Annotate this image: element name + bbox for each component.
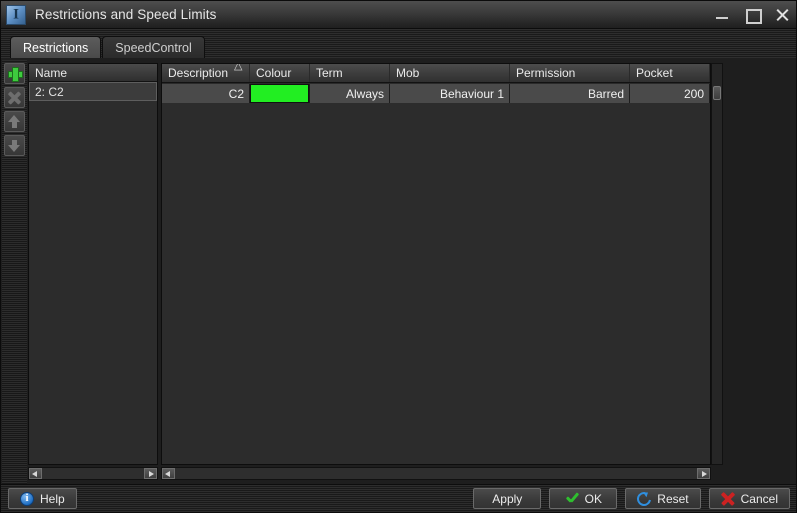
cell-pocket[interactable]: 200 <box>630 84 710 103</box>
x-red-icon <box>721 492 735 506</box>
column-header-mob[interactable]: Mob <box>390 64 510 82</box>
table-horizontal-scrollbar[interactable] <box>161 467 711 480</box>
tab-speedcontrol[interactable]: SpeedControl <box>102 36 205 58</box>
colour-swatch[interactable] <box>250 84 309 103</box>
cancel-button-label: Cancel <box>740 491 778 506</box>
column-header-description[interactable]: Description <box>162 64 250 82</box>
cell-permission[interactable]: Barred <box>510 84 630 103</box>
name-column-header[interactable]: Name <box>29 64 157 82</box>
column-header-description-label: Description <box>168 66 229 80</box>
minimize-icon[interactable] <box>714 7 730 23</box>
help-button[interactable]: Help <box>8 488 77 509</box>
sort-ascending-icon <box>234 64 244 77</box>
tab-restrictions[interactable]: Restrictions <box>10 36 102 58</box>
chevron-right-icon[interactable] <box>697 468 710 479</box>
column-header-term[interactable]: Term <box>310 64 390 82</box>
apply-button[interactable]: Apply <box>473 488 542 509</box>
chevron-left-icon[interactable] <box>162 468 175 479</box>
scrollbar-thumb[interactable] <box>713 86 721 100</box>
cell-description[interactable]: C2 <box>162 84 250 103</box>
reset-button-label: Reset <box>657 491 689 506</box>
table-vertical-scrollbar[interactable] <box>711 63 723 465</box>
close-icon[interactable] <box>774 7 790 23</box>
move-up-button[interactable] <box>4 111 25 132</box>
cell-term[interactable]: Always <box>310 84 390 103</box>
title-bar: Restrictions and Speed Limits <box>1 1 796 29</box>
table-row[interactable]: C2 Always Behaviour 1 Barred 200 <box>162 83 710 103</box>
window-controls <box>714 1 790 29</box>
column-header-colour[interactable]: Colour <box>250 64 310 82</box>
cell-colour[interactable] <box>250 84 310 103</box>
chevron-left-icon[interactable] <box>29 468 42 479</box>
name-list-panel: Name 2: C2 <box>28 63 158 465</box>
window-title: Restrictions and Speed Limits <box>35 7 217 22</box>
apply-button-label: Apply <box>492 491 523 506</box>
add-button[interactable] <box>4 63 25 84</box>
cancel-button[interactable]: Cancel <box>708 488 790 509</box>
table-header-row: Description Colour Term Mob Permission P… <box>162 64 710 83</box>
maximize-icon[interactable] <box>744 7 762 24</box>
list-item[interactable]: 2: C2 <box>29 82 157 101</box>
delete-button[interactable] <box>4 87 25 108</box>
ok-button-label: OK <box>584 491 602 506</box>
reset-button[interactable]: Reset <box>625 488 701 509</box>
check-icon <box>565 492 579 506</box>
name-list-horizontal-scrollbar[interactable] <box>28 467 158 480</box>
column-header-pocket[interactable]: Pocket <box>630 64 710 82</box>
chevron-right-icon[interactable] <box>144 468 157 479</box>
list-toolbar <box>2 60 27 484</box>
restrictions-dialog: Restrictions and Speed Limits Restrictio… <box>0 0 797 513</box>
footer-bar: Help Apply OK Reset Cancel <box>1 484 796 512</box>
panel-background <box>723 60 796 484</box>
info-icon <box>20 491 34 506</box>
move-down-button[interactable] <box>4 135 25 156</box>
help-button-label: Help <box>40 491 65 506</box>
column-header-permission[interactable]: Permission <box>510 64 630 82</box>
ok-button[interactable]: OK <box>549 488 618 509</box>
refresh-icon <box>634 488 655 509</box>
dialog-actions: Apply OK Reset Cancel <box>473 488 790 509</box>
text-tool-icon <box>6 4 26 25</box>
cell-mob[interactable]: Behaviour 1 <box>390 84 510 103</box>
restrictions-table: Description Colour Term Mob Permission P… <box>161 63 711 465</box>
tab-bar: Restrictions SpeedControl <box>1 29 796 58</box>
